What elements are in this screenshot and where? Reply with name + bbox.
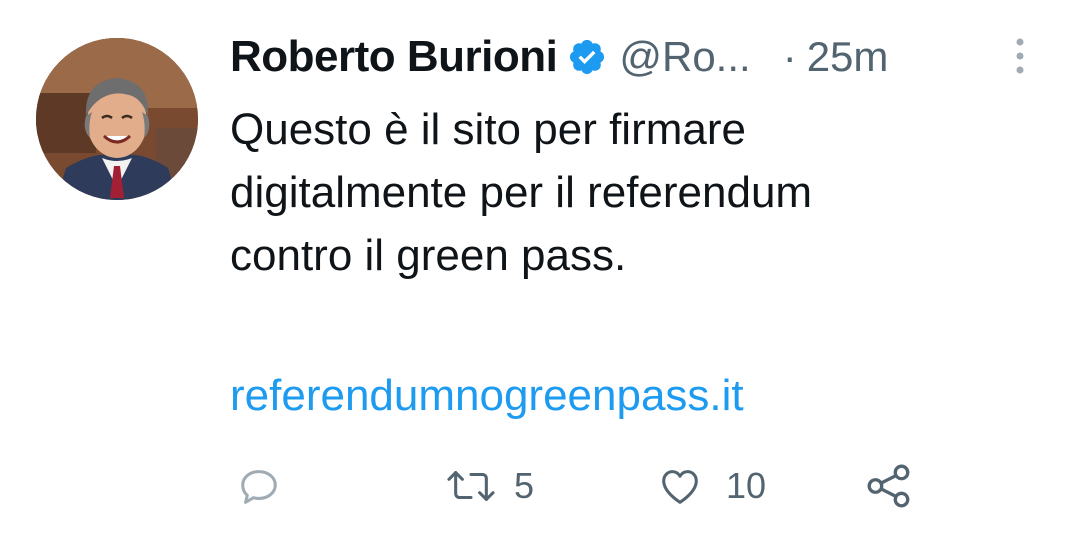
author-display-name[interactable]: Roberto Burioni [230,32,558,82]
share-button[interactable] [864,458,914,514]
more-options-icon[interactable] [1010,36,1030,76]
retweet-icon [446,463,496,509]
like-count: 10 [726,465,767,506]
tweet-header: Roberto Burioni @Ro... · 25m [230,26,1050,88]
tweet-actions: 5 10 [0,458,1080,514]
avatar[interactable] [36,38,198,200]
retweet-count: 5 [514,465,535,506]
separator-dot: · [782,33,797,80]
tweet-timestamp[interactable]: 25m [807,33,889,81]
tweet-link[interactable]: referendumnogreenpass.it [230,366,744,426]
verified-badge-icon [567,37,607,77]
tweet-text: Questo è il sito per firmare digitalment… [230,105,813,280]
heart-icon [656,463,704,509]
author-handle[interactable]: @Ro... [619,33,750,81]
retweet-button[interactable]: 5 [446,458,534,514]
avatar-photo [36,38,198,200]
reply-button[interactable] [236,458,282,514]
tweet[interactable]: Roberto Burioni @Ro... · 25m Questo è il… [0,0,1080,533]
reply-icon [236,463,282,509]
like-button[interactable]: 10 [656,458,766,514]
share-icon [864,461,914,511]
